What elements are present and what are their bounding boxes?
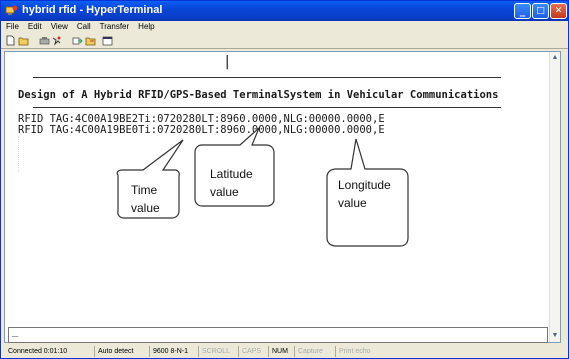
properties-icon[interactable] (102, 35, 113, 46)
status-bar: Connected 0:01:10 Auto detect 9600 8-N-1… (1, 345, 568, 358)
menu-edit[interactable]: Edit (23, 21, 46, 31)
longitude-label-line1: Longitude (338, 178, 391, 192)
menu-transfer[interactable]: Transfer (95, 21, 134, 31)
menu-file[interactable]: File (1, 21, 23, 31)
open-icon[interactable] (18, 35, 29, 46)
maximize-button[interactable]: □ (532, 3, 549, 19)
menu-bar: File Edit View Call Transfer Help (1, 21, 568, 33)
toolbar (1, 34, 568, 49)
minimize-button[interactable]: _ (514, 3, 531, 19)
hyperterminal-window: hybrid rfid - HyperTerminal _ □ ✕ File Ed… (0, 0, 569, 359)
title-bar[interactable]: hybrid rfid - HyperTerminal _ □ ✕ (1, 1, 568, 21)
status-detect: Auto detect (94, 346, 133, 357)
hangup-icon[interactable] (51, 35, 62, 46)
status-caps: CAPS (238, 346, 261, 357)
status-capture: Capture (294, 346, 323, 357)
receive-icon[interactable] (85, 35, 96, 46)
status-connected: Connected 0:01:10 (8, 348, 68, 355)
new-icon[interactable] (5, 35, 16, 46)
latitude-label-line2: value (210, 185, 239, 199)
latitude-label-line1: Latitude (210, 167, 253, 181)
menu-call[interactable]: Call (72, 21, 95, 31)
status-scroll: SCROLL (198, 346, 230, 357)
status-num: NUM (268, 346, 288, 357)
status-settings: 9600 8-N-1 (149, 346, 188, 357)
window-title: hybrid rfid - HyperTerminal (22, 4, 163, 16)
status-print-echo: Print echo (335, 346, 371, 357)
call-icon[interactable] (39, 35, 50, 46)
hyperterminal-icon (5, 5, 18, 15)
time-label-line2: value (131, 201, 160, 215)
longitude-label-line2: value (338, 196, 367, 210)
menu-help[interactable]: Help (133, 21, 158, 31)
send-icon[interactable] (72, 35, 83, 46)
menu-view[interactable]: View (46, 21, 72, 31)
time-label-line1: Time (131, 183, 158, 197)
close-button[interactable]: ✕ (550, 3, 567, 19)
terminal-area[interactable]: | Design of A Hybrid RFID/GPS-Based Term… (4, 51, 561, 343)
annotation-callouts (116, 127, 409, 247)
